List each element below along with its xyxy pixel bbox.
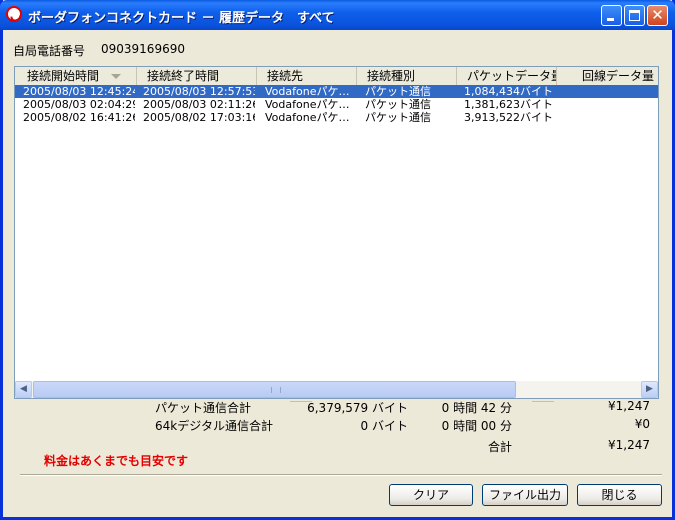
bottom-divider: [20, 474, 662, 476]
column-header-end[interactable]: 接続終了時間: [137, 67, 257, 85]
cell-start: 2005/08/03 02:04:29: [23, 98, 135, 111]
list-header: 接続開始時間 接続終了時間 接続先 接続種別 パケットデータ量 回線データ量: [15, 67, 658, 86]
column-header-packet-data[interactable]: パケットデータ量: [457, 67, 557, 85]
cell-end: 2005/08/03 12:57:53: [143, 85, 255, 98]
digital-total-bytes: 0 バイト: [360, 419, 408, 433]
list-row[interactable]: 2005/08/02 16:41:26 2005/08/02 17:03:16 …: [15, 111, 658, 124]
minimize-icon: [607, 18, 614, 21]
history-list[interactable]: 接続開始時間 接続終了時間 接続先 接続種別 パケットデータ量 回線データ量 2…: [14, 66, 659, 399]
phone-number-label: 自局電話番号: [13, 44, 86, 58]
grand-total-fee: ¥1,247: [608, 438, 650, 452]
cell-start: 2005/08/02 16:41:26: [23, 111, 135, 124]
column-header-start[interactable]: 接続開始時間: [15, 67, 137, 85]
cell-type: パケット通信: [365, 111, 431, 124]
column-header-type[interactable]: 接続種別: [357, 67, 457, 85]
cell-line-data: [557, 111, 653, 124]
column-header-line-data[interactable]: 回線データ量: [557, 67, 658, 85]
grand-total-label: 合計: [487, 440, 512, 454]
chevron-left-icon: ◀: [20, 384, 27, 394]
column-header-label: 接続開始時間: [27, 69, 100, 83]
cell-start: 2005/08/03 12:45:24: [23, 85, 135, 98]
packet-total-label: パケット通信合計: [155, 401, 252, 415]
cell-type: パケット通信: [365, 85, 431, 98]
cell-destination: Vodafoneパケ…: [265, 85, 350, 98]
cell-packet-data: 1,084,434バイト: [464, 85, 553, 98]
cell-destination: Vodafoneパケ…: [265, 111, 350, 124]
chevron-right-icon: ▶: [646, 384, 653, 394]
maximize-icon: [629, 10, 640, 21]
list-row[interactable]: 2005/08/03 02:04:29 2005/08/03 02:11:26 …: [15, 98, 658, 111]
packet-total-time: 0 時間 42 分: [441, 401, 512, 415]
window-title: ボーダフォンコネクトカード － 履歴データ すべて: [28, 11, 335, 26]
summary-separator: [532, 401, 554, 402]
sort-descending-icon: [111, 74, 121, 79]
cell-end: 2005/08/03 02:11:26: [143, 98, 255, 111]
maximize-button[interactable]: [624, 5, 645, 26]
vodafone-logo-icon: [6, 6, 22, 22]
scroll-right-button[interactable]: ▶: [641, 381, 658, 398]
close-button[interactable]: 閉じる: [577, 484, 662, 506]
cell-end: 2005/08/02 17:03:16: [143, 111, 255, 124]
fee-notice: 料金はあくまでも目安です: [44, 454, 189, 468]
close-icon: ✕: [651, 6, 664, 24]
digital-total-label: 64kデジタル通信合計: [155, 419, 273, 433]
scroll-left-button[interactable]: ◀: [15, 381, 32, 398]
column-header-destination[interactable]: 接続先: [257, 67, 357, 85]
list-row[interactable]: 2005/08/03 12:45:24 2005/08/03 12:57:53 …: [15, 85, 658, 98]
cell-destination: Vodafoneパケ…: [265, 98, 350, 111]
phone-number-value: 09039169690: [101, 42, 185, 56]
horizontal-scrollbar[interactable]: ◀ ▶: [15, 381, 658, 398]
digital-total-fee: ¥0: [634, 417, 650, 431]
cell-line-data: [557, 98, 653, 111]
digital-total-time: 0 時間 00 分: [441, 419, 512, 433]
packet-total-fee: ¥1,247: [608, 399, 650, 413]
cell-packet-data: 3,913,522バイト: [464, 111, 553, 124]
cell-line-data: [557, 85, 653, 98]
cell-packet-data: 1,381,623バイト: [464, 98, 553, 111]
grip-icon: [271, 387, 281, 393]
scrollbar-thumb[interactable]: [33, 381, 516, 398]
cell-type: パケット通信: [365, 98, 431, 111]
title-bar[interactable]: ボーダフォンコネクトカード － 履歴データ すべて ✕: [0, 0, 675, 30]
close-window-button[interactable]: ✕: [647, 5, 668, 26]
minimize-button[interactable]: [601, 5, 622, 26]
export-file-button[interactable]: ファイル出力: [482, 484, 568, 506]
clear-button[interactable]: クリア: [389, 484, 473, 506]
packet-total-bytes: 6,379,579 バイト: [307, 401, 408, 415]
